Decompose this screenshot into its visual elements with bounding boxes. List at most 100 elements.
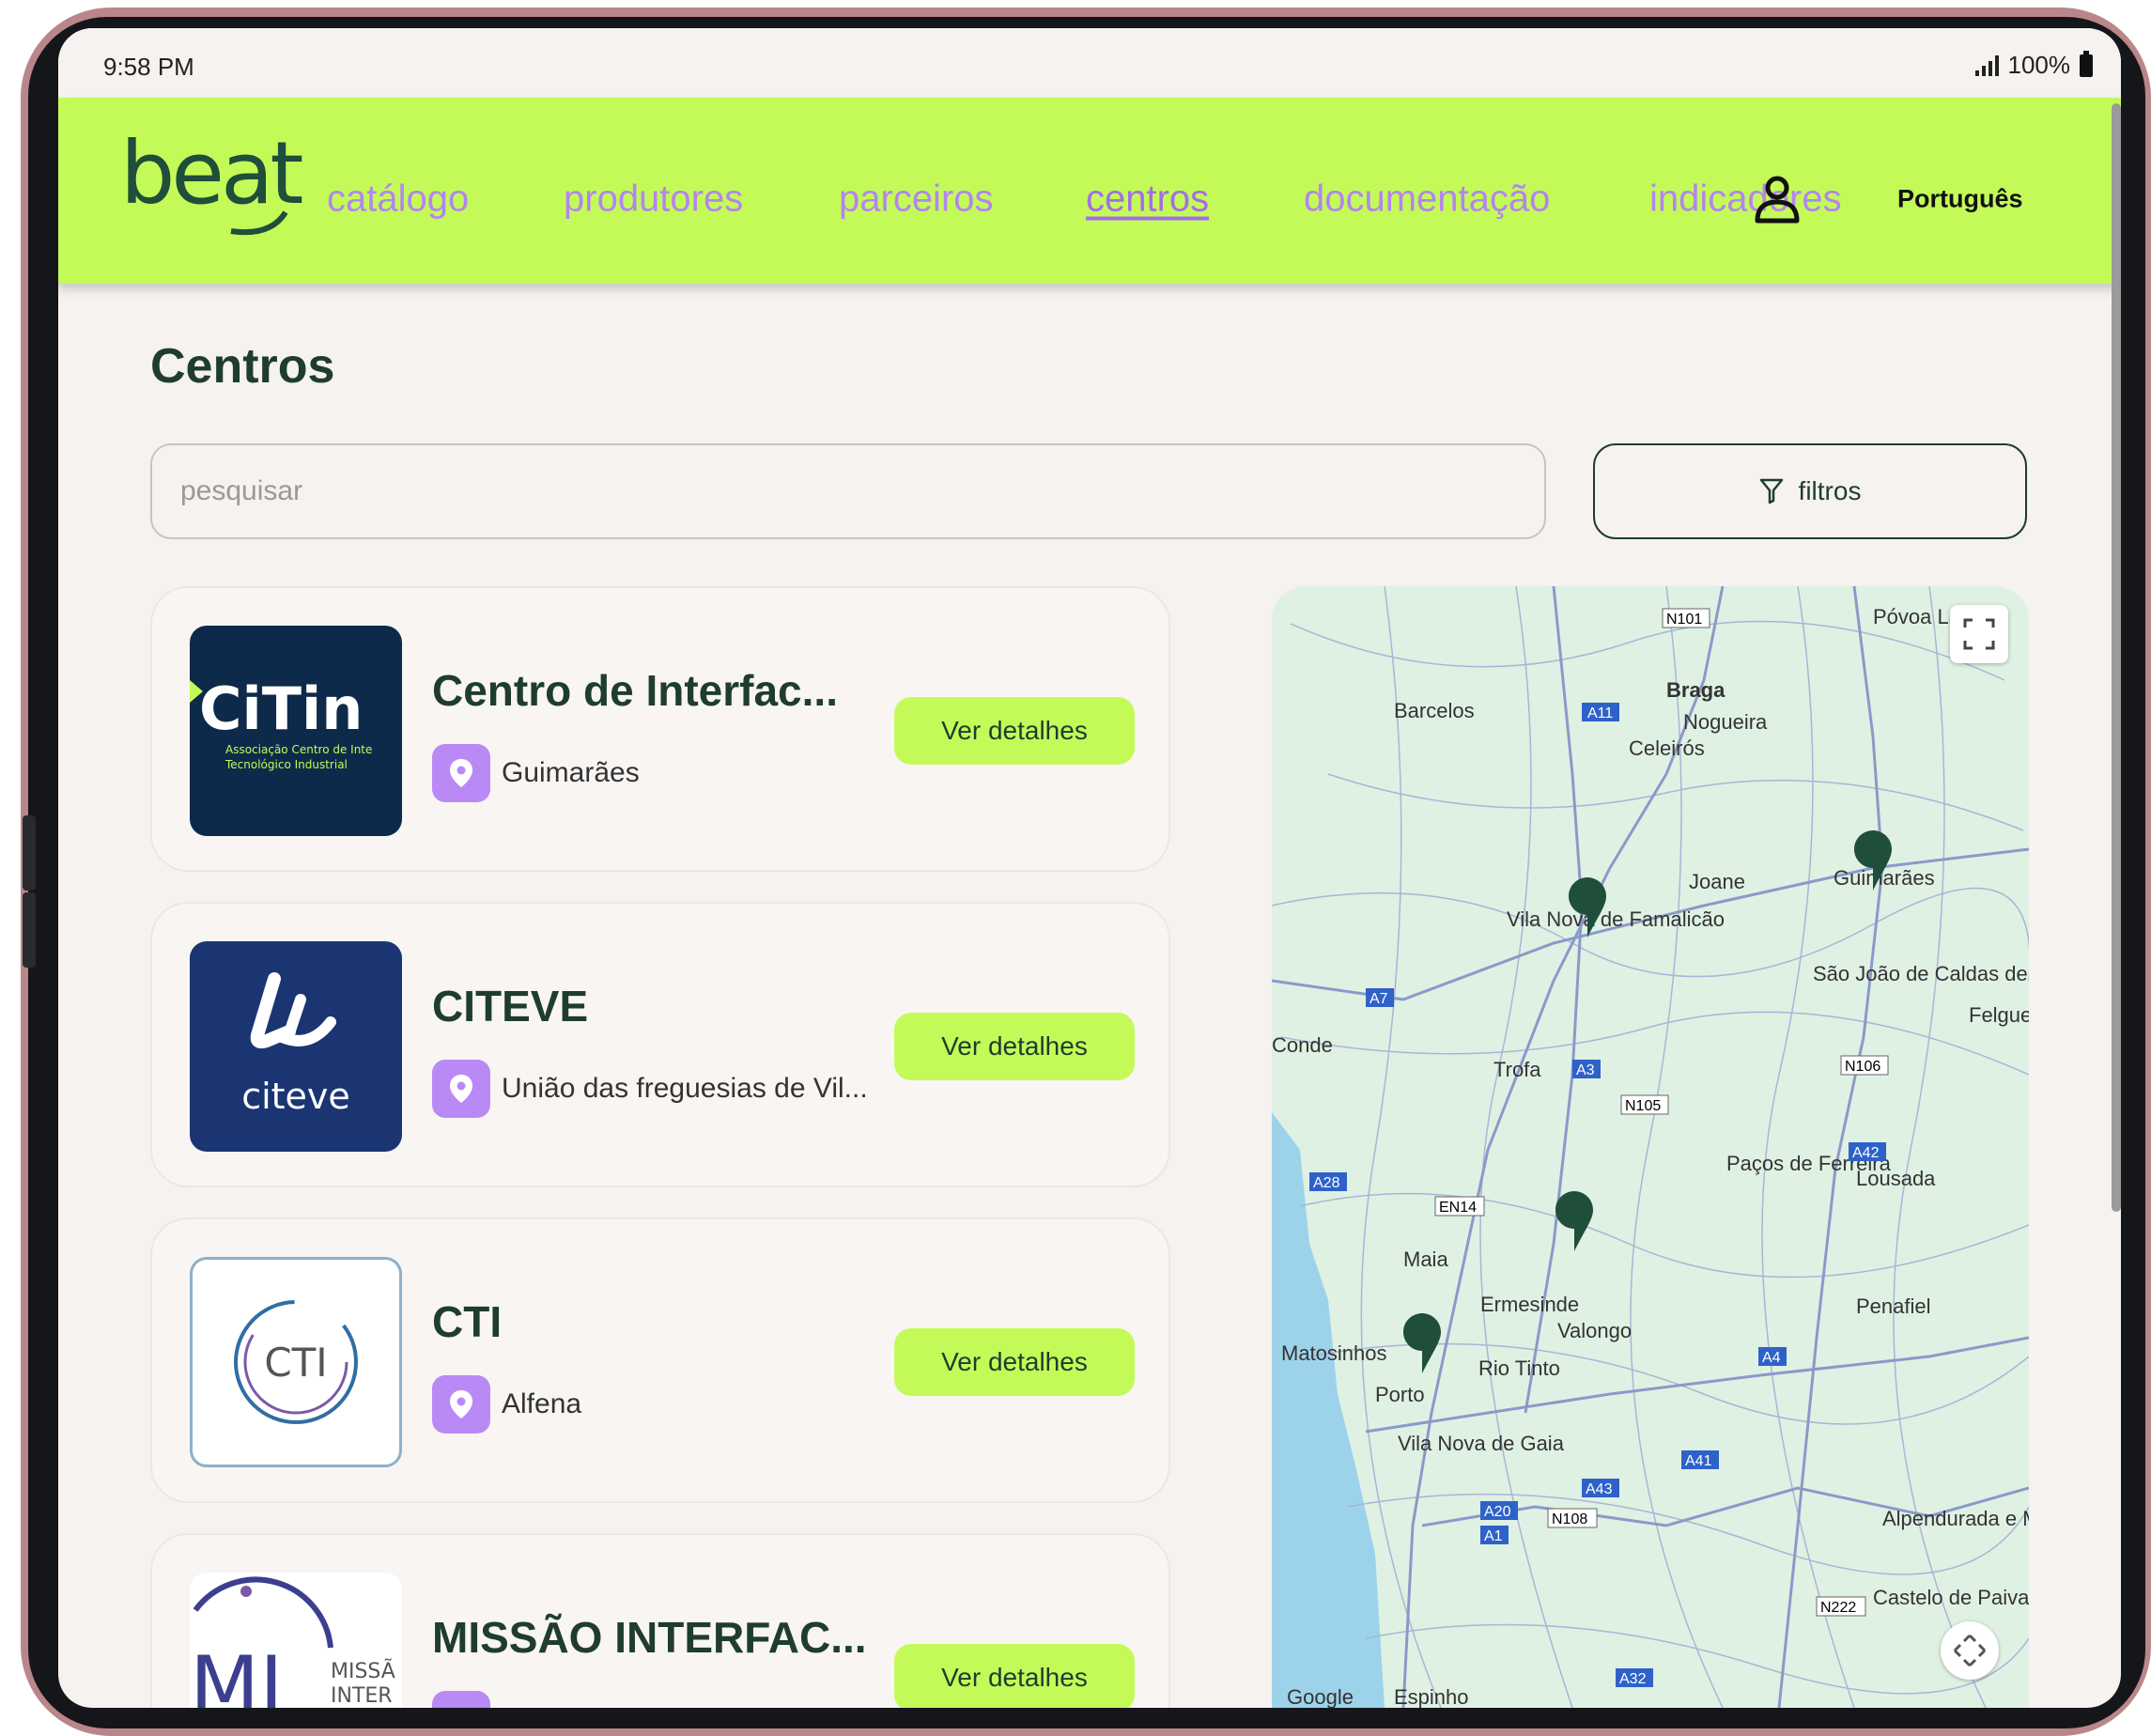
fullscreen-icon [1963, 618, 1995, 650]
svg-text:Google: Google [1287, 1685, 1354, 1708]
nav-indicadores[interactable]: indicadores [1649, 178, 1842, 221]
svg-text:Matosinhos: Matosinhos [1281, 1341, 1387, 1365]
scrollbar[interactable] [2112, 103, 2121, 1212]
svg-text:Lousada: Lousada [1856, 1167, 1936, 1190]
svg-text:A20: A20 [1484, 1504, 1511, 1520]
center-name: Centro de Interfac... [432, 666, 838, 715]
screen: 9:58 PM 100% beat catálogo produtores pa… [58, 28, 2121, 1708]
nav-catalogo[interactable]: catálogo [327, 178, 469, 221]
svg-text:Conde: Conde [1272, 1033, 1333, 1057]
map-canvas[interactable]: Braga Barcelos Nogueira Celeirós Joane G… [1272, 586, 2029, 1708]
svg-text:Vila Nova de Famalicão: Vila Nova de Famalicão [1507, 907, 1725, 931]
page-title: Centros [150, 339, 335, 394]
battery-percent: 100% [2007, 51, 2071, 79]
signal-icon [1974, 54, 1999, 76]
svg-text:INTER: INTER [331, 1684, 393, 1708]
center-card: MI MISSÃ INTER MISSÃO INTERFAC... Ver de… [150, 1533, 1170, 1708]
location-pin-icon [432, 1060, 490, 1118]
filter-icon [1759, 478, 1783, 504]
view-details-button[interactable]: Ver detalhes [894, 1644, 1135, 1708]
view-details-button[interactable]: Ver detalhes [894, 1328, 1135, 1396]
svg-text:N101: N101 [1666, 612, 1702, 628]
map-pan-control[interactable] [1941, 1621, 1999, 1680]
center-location: Alfena [502, 1388, 582, 1419]
location-pin-icon [432, 1691, 490, 1708]
nav-centros[interactable]: centros [1086, 178, 1209, 221]
center-logo-cti: CTI [190, 1257, 402, 1467]
svg-text:Trofa: Trofa [1493, 1058, 1541, 1081]
svg-text:São João de Caldas de Vizela: São João de Caldas de Vizela [1813, 962, 2029, 985]
svg-text:Ermesinde: Ermesinde [1480, 1293, 1579, 1316]
svg-text:A41: A41 [1685, 1453, 1712, 1469]
svg-text:CiTin: CiTin [199, 674, 363, 743]
pan-arrows-icon [1953, 1634, 1987, 1667]
svg-text:A43: A43 [1586, 1481, 1613, 1497]
svg-text:Porto: Porto [1375, 1383, 1425, 1406]
nav-documentacao[interactable]: documentação [1304, 178, 1550, 221]
svg-text:Barcelos: Barcelos [1394, 699, 1475, 722]
center-name: CITEVE [432, 982, 589, 1031]
filters-button[interactable]: filtros [1593, 443, 2027, 539]
svg-text:CTI: CTI [264, 1340, 327, 1386]
center-location: União das freguesias de Vil... [502, 1073, 868, 1104]
svg-text:N106: N106 [1845, 1059, 1880, 1075]
top-navbar: beat catálogo produtores parceiros centr… [58, 98, 2121, 284]
center-name: MISSÃO INTERFAC... [432, 1613, 867, 1662]
status-time: 9:58 PM [103, 53, 194, 81]
fullscreen-button[interactable] [1950, 605, 2008, 663]
status-bar: 9:58 PM 100% [58, 28, 2121, 98]
svg-text:EN14: EN14 [1439, 1200, 1477, 1216]
center-card: CTI CTI Alfena Ver detalhes [150, 1217, 1170, 1503]
language-selector[interactable]: Português [1897, 185, 2023, 214]
status-indicators: 100% [1974, 50, 2093, 80]
svg-text:Felgue: Felgue [1969, 1003, 2029, 1027]
filters-label: filtros [1798, 476, 1862, 505]
svg-text:Joane: Joane [1689, 870, 1745, 893]
location-pin-icon [432, 744, 490, 802]
center-logo-citin: CiTin Associação Centro de Inte Tecnológ… [190, 626, 402, 836]
center-card: CiTin Associação Centro de Inte Tecnológ… [150, 586, 1170, 872]
svg-text:Maia: Maia [1403, 1248, 1448, 1271]
svg-text:Vila Nova de Gaia: Vila Nova de Gaia [1398, 1432, 1565, 1455]
svg-text:Espinho: Espinho [1394, 1685, 1469, 1708]
centers-map[interactable]: Braga Barcelos Nogueira Celeirós Joane G… [1272, 586, 2029, 1708]
center-logo-citeve: citeve [190, 941, 402, 1152]
logo-text: beat [120, 126, 302, 224]
svg-text:A28: A28 [1313, 1175, 1340, 1191]
svg-text:Associação Centro de Inte: Associação Centro de Inte [225, 743, 372, 756]
location-pin-icon [432, 1375, 490, 1434]
battery-icon [2080, 50, 2093, 77]
svg-text:A11: A11 [1587, 705, 1613, 721]
search-input[interactable]: pesquisar [150, 443, 1546, 539]
center-logo-missao: MI MISSÃ INTER [190, 1573, 402, 1708]
svg-text:Castelo de Paiva: Castelo de Paiva [1873, 1586, 2029, 1609]
beat-logo[interactable]: beat [120, 126, 346, 239]
nav-parceiros[interactable]: parceiros [839, 178, 994, 221]
svg-text:Penafiel: Penafiel [1856, 1294, 1931, 1318]
center-name: CTI [432, 1297, 503, 1346]
svg-text:A4: A4 [1762, 1350, 1781, 1366]
nav-produtores[interactable]: produtores [564, 178, 743, 221]
svg-text:A32: A32 [1619, 1671, 1647, 1687]
svg-text:Nogueira: Nogueira [1683, 710, 1768, 734]
side-button [23, 892, 36, 968]
view-details-button[interactable]: Ver detalhes [894, 1013, 1135, 1080]
svg-text:citeve: citeve [241, 1076, 350, 1117]
svg-text:Tecnológico Industrial: Tecnológico Industrial [224, 758, 348, 771]
svg-text:A42: A42 [1852, 1145, 1880, 1161]
center-card: citeve CITEVE União das freguesias de Vi… [150, 902, 1170, 1187]
svg-text:A1: A1 [1484, 1528, 1503, 1544]
svg-text:MI: MI [190, 1639, 284, 1708]
svg-text:MISSÃ: MISSÃ [331, 1658, 395, 1683]
svg-text:Alpendurada e Matos: Alpendurada e Matos [1882, 1507, 2029, 1530]
svg-text:Rio Tinto: Rio Tinto [1478, 1356, 1560, 1380]
svg-text:Celeirós: Celeirós [1629, 736, 1705, 760]
svg-text:A3: A3 [1576, 1062, 1595, 1078]
user-icon[interactable] [1752, 174, 1803, 225]
view-details-button[interactable]: Ver detalhes [894, 697, 1135, 765]
svg-text:N108: N108 [1552, 1511, 1587, 1527]
side-button [23, 815, 36, 891]
svg-text:N105: N105 [1625, 1098, 1661, 1114]
center-location: Guimarães [502, 757, 640, 788]
svg-text:A7: A7 [1370, 991, 1388, 1007]
